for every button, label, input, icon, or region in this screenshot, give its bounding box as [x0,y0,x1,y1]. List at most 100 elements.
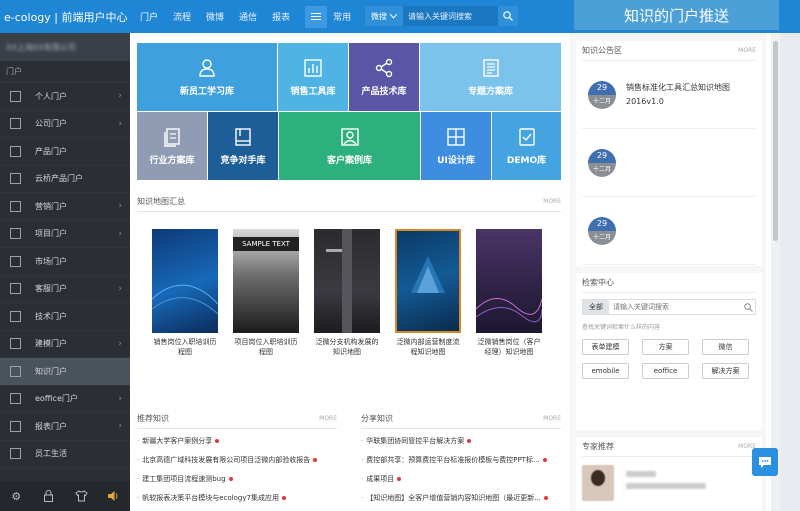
sidebar-item[interactable]: 产品门户 [0,138,130,166]
book-cover [314,229,380,333]
search-center-bar: 全部 [582,299,756,315]
search-scope[interactable]: 全部 [583,300,609,314]
search-tag-button[interactable]: eoffice [642,363,689,379]
sidebar-toolbar: ⚙ [0,481,130,511]
new-dot-icon [542,457,547,462]
tile-ui-design[interactable]: UI设计库 [421,112,491,180]
sidebar-item[interactable]: eoffice门户 › [0,386,130,413]
notice-item[interactable]: 29 十二月 [582,129,756,197]
lock-icon[interactable] [42,489,56,503]
nav-item-messaging[interactable]: 通信 [239,10,257,23]
user-company[interactable]: XX上海XX有限公司 [0,33,130,61]
tile-product-tech[interactable]: 产品技术库 [349,43,419,111]
tile-industry-solutions[interactable]: 行业方案库 [137,112,207,180]
list-item[interactable]: · 华联集团协同管控平台解决方案 [361,431,561,450]
tile-customer-cases[interactable]: 客户案例库 [279,112,420,180]
tile-label: 竞争对手库 [220,155,266,166]
more-link[interactable]: MORE [543,415,561,422]
list-item[interactable]: · 新疆大学客户案例分享 [137,431,337,450]
list-item[interactable]: · 成果项目 [361,469,561,488]
nav-item-reports[interactable]: 报表 [272,10,290,23]
sidebar-item[interactable]: 个人门户 › [0,83,130,111]
new-dot-icon [228,476,233,481]
search-type-label: 微搜 [371,11,387,21]
more-link[interactable]: MORE [319,415,337,422]
notice-item[interactable]: 29 十二月 销售标准化工具汇总知识地图2016v1.0 [582,61,756,129]
knowledge-search-input[interactable] [609,300,741,314]
sidebar-item-label: 知识门户 [35,366,67,376]
list-item[interactable]: · 费控部共享：预算费控平台标准报价模板与费控PPT标... [361,450,561,469]
sidebar-item[interactable]: 云桥产品门户 [0,166,130,193]
shirt-icon[interactable] [74,489,88,503]
nav-item-portal[interactable]: 门户 [140,10,158,23]
sidebar-item[interactable]: 项目门户 › [0,221,130,248]
chevron-right-icon: › [118,91,122,102]
panel-title: 专家推荐 [582,442,614,451]
more-link[interactable]: MORE [738,47,756,54]
more-link[interactable]: MORE [543,198,561,205]
portal-banner: 知识的门户推送 [574,0,779,30]
volume-icon[interactable] [107,489,121,503]
scrollbar-thumb[interactable] [773,41,778,241]
sidebar-item[interactable]: 报表门户 › [0,413,130,441]
tile-demo[interactable]: DEMO库 [492,112,561,180]
company-name: XX上海XX有限公司 [6,42,76,52]
bullet-icon: · [361,493,364,502]
book-item[interactable]: 泛微内部运营制度流程知识地图 [395,229,461,357]
search-input[interactable] [403,6,498,26]
sidebar-item[interactable]: 营销门户 › [0,193,130,221]
tile-label: 客户案例库 [326,155,372,166]
search-tag-button[interactable]: 方案 [642,339,689,355]
nav-item-frequent[interactable]: 常用 [333,10,351,23]
book-item[interactable]: 泛微分支机构发展的知识地图 [314,229,380,357]
share-icon [375,58,393,77]
book-item[interactable]: 销售岗位入职培训历程图 [152,229,218,357]
scrollbar[interactable] [771,33,780,511]
chat-icon[interactable] [752,448,778,476]
bullet-icon: · [361,436,364,445]
date-day: 29 [588,80,616,95]
search-type-select[interactable]: 微搜 [365,11,403,22]
sidebar-item[interactable]: 技术门户 [0,303,130,331]
new-dot-icon [467,438,472,443]
tile-label: UI设计库 [437,155,475,166]
menu-item-icon [10,90,21,102]
nav-item-weibo[interactable]: 微博 [206,10,224,23]
sidebar-item-label: eoffice门户 [35,394,78,404]
menu-item-icon [10,228,21,240]
search-tag-button[interactable]: 表单建模 [582,339,629,355]
tile-competitors[interactable]: 竞争对手库 [208,112,278,180]
sidebar-item[interactable]: 客服门户 › [0,276,130,303]
list-item[interactable]: · 北京高德广域科技发展有限公司项目泛微内部验收报告 [137,450,337,469]
sidebar-item[interactable]: 员工生活 [0,441,130,468]
box-icon [518,127,535,146]
notice-item[interactable]: 29 十二月 [582,197,756,265]
sidebar-item[interactable]: 公司门户 › [0,111,130,138]
sidebar-item[interactable]: 建模门户 › [0,331,130,358]
tile-label: 销售工具库 [290,86,336,97]
sidebar-item[interactable]: 市场门户 [0,248,130,276]
search-tag-button[interactable]: emobile [582,363,629,379]
panel-header: 知识地图汇总 MORE [137,191,561,211]
search-icon[interactable] [498,6,518,26]
menu-icon[interactable] [305,5,328,28]
nav-item-workflow[interactable]: 流程 [173,10,191,23]
list-item[interactable]: · 【知识地图】全客户增值营销内容知识地图（最近更新... [361,488,561,507]
search-tag-button[interactable]: 微信 [702,339,749,355]
search-tag-button[interactable]: 解决方案 [702,363,749,379]
book-item[interactable]: 泛微销售岗位（客户经理）知识地图 [476,229,542,357]
panel-title: 知识公告区 [582,46,622,55]
book-caption: 泛微内部运营制度流程知识地图 [396,338,460,356]
settings-icon[interactable]: ⚙ [9,489,23,503]
tile-topic-solutions[interactable]: 专题方案库 [420,43,561,111]
list-item[interactable]: · 建工集团项目流程速测bug [137,469,337,488]
book-item[interactable]: SAMPLE TEXT 项目岗位入职培训历程图 [233,229,299,357]
sidebar-item[interactable]: 知识门户 [0,358,130,386]
search-icon[interactable] [741,300,755,314]
tile-new-employee[interactable]: 新员工学习库 [137,43,277,111]
tile-sales-tools[interactable]: 销售工具库 [278,43,348,111]
app-logo[interactable]: e-cology | 前端用户中心 [4,9,128,25]
grid-icon [447,127,465,146]
list-item[interactable]: · 帆软报表决策平台模块与ecology7集成应用 [137,488,337,507]
expert-item[interactable] [582,465,756,501]
